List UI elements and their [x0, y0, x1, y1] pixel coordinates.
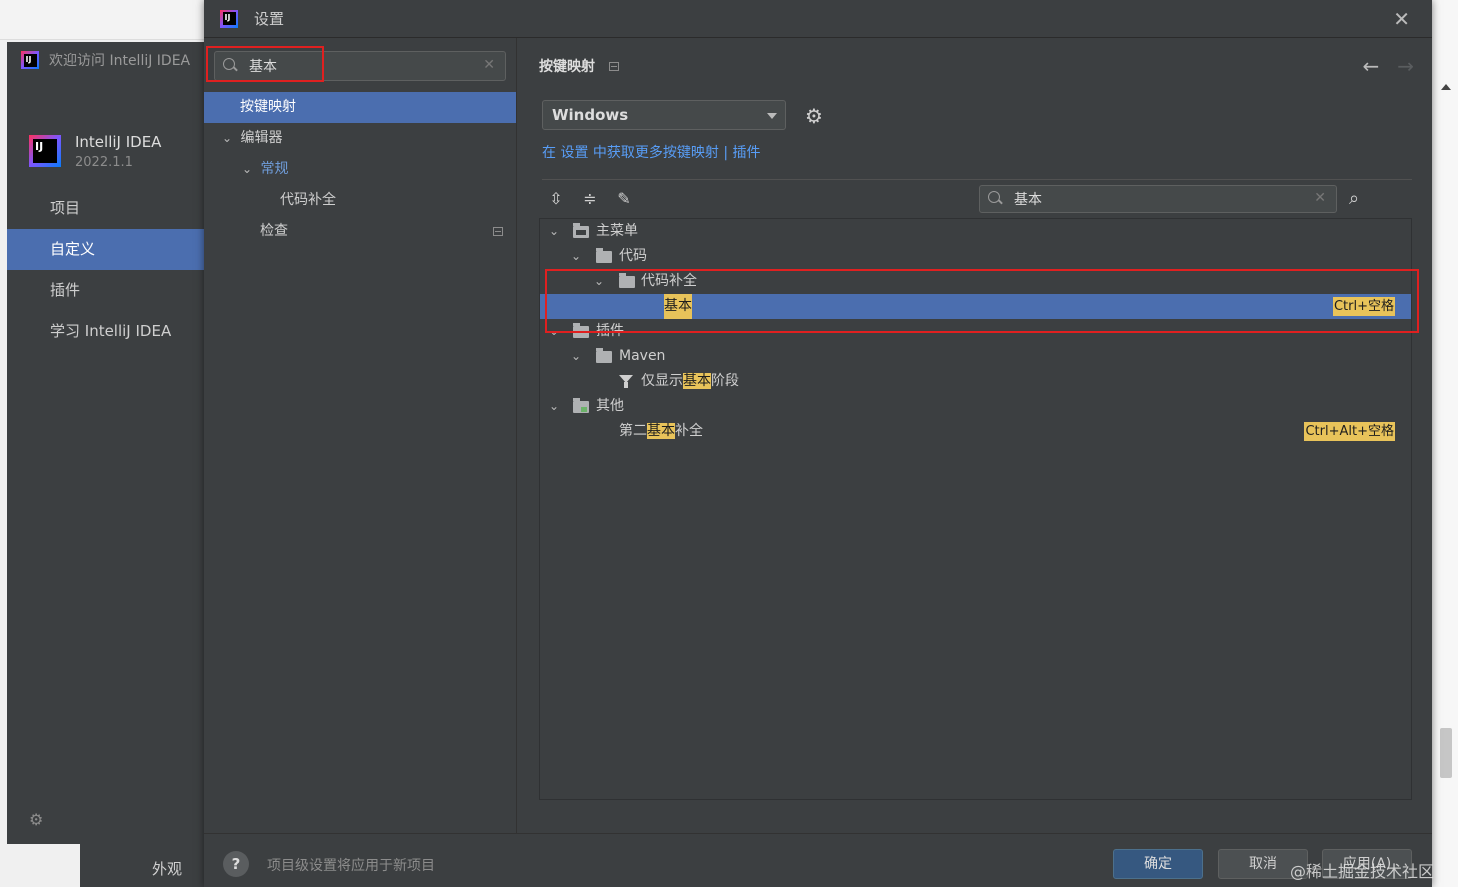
divider [542, 179, 1412, 180]
tree-item-editor[interactable]: ⌄ 编辑器 [204, 123, 516, 154]
page-title-text: 按键映射 [539, 59, 595, 75]
chevron-down-icon [767, 113, 777, 119]
background-browser-scrollbar[interactable] [1432, 0, 1458, 887]
tree-item-inspections[interactable]: 检查 [204, 216, 516, 247]
annotation-box-search [206, 46, 324, 82]
product-brand: IJ IntelliJ IDEA 2022.1.1 [7, 78, 207, 188]
label-part: 第二 [619, 423, 647, 439]
history-navigation: ← → [1362, 54, 1414, 78]
clear-search-icon[interactable]: ✕ [483, 57, 495, 73]
welcome-nav-customize[interactable]: 自定义 [7, 229, 207, 270]
welcome-title: 欢迎访问 IntelliJ IDEA [49, 53, 191, 69]
tree-row-code[interactable]: ⌄ 代码 [540, 244, 1411, 269]
keymap-page: 按键映射 ← → Windows ⚙ 在 设置 中获取更多按键映射 | 插件 ⇳… [516, 38, 1432, 833]
product-name: IntelliJ IDEA [75, 132, 162, 151]
chevron-down-icon[interactable]: ⌄ [571, 244, 585, 269]
tree-item-code-completion[interactable]: 代码补全 [204, 185, 516, 216]
close-icon[interactable]: ✕ [1393, 9, 1410, 29]
tree-item-label: 检查 [260, 223, 288, 239]
expand-all-icon[interactable]: ⇳ [545, 188, 567, 210]
get-more-keymaps-link[interactable]: 在 设置 中获取更多按键映射 | 插件 [542, 142, 761, 162]
tree-row-label: 主菜单 [596, 223, 638, 239]
tree-row-label: 代码 [619, 248, 647, 264]
welcome-nav-projects[interactable]: 项目 [7, 188, 207, 229]
project-scope-icon [609, 61, 619, 71]
search-highlight: 基本 [683, 373, 711, 389]
tree-row-second-basic-completion[interactable]: 第二基本补全 Ctrl+Alt+空格 [540, 419, 1411, 444]
keymap-select[interactable]: Windows [542, 100, 786, 130]
arrow-right-icon[interactable]: → [1397, 54, 1414, 78]
chevron-down-icon[interactable]: ⌄ [549, 394, 563, 419]
chevron-down-icon[interactable]: ⌄ [571, 344, 585, 369]
tree-item-keymap[interactable]: 按键映射 [204, 92, 516, 123]
tree-row-maven-filter[interactable]: 仅显示基本阶段 [540, 369, 1411, 394]
intellij-logo-icon: IJ [29, 135, 61, 167]
arrow-left-icon[interactable]: ← [1362, 54, 1379, 78]
search-highlight: 基本 [647, 423, 675, 439]
ok-button[interactable]: 确定 [1113, 849, 1203, 879]
label-part: 阶段 [711, 373, 739, 389]
tree-row-label: 其他 [596, 398, 624, 414]
watermark: @稀土掘金技术社区 [1290, 862, 1435, 881]
collapse-all-icon[interactable]: ≑ [579, 188, 601, 210]
folder-icon [596, 348, 612, 363]
label-part: 仅显示 [641, 373, 683, 389]
scroll-thumb[interactable] [1440, 728, 1452, 778]
clear-search-icon[interactable]: ✕ [1314, 190, 1326, 206]
filter-icon [619, 375, 633, 388]
tree-row-other[interactable]: ⌄ 其他 [540, 394, 1411, 419]
search-icon [988, 191, 1006, 207]
annotation-box-basic [545, 269, 1419, 333]
tree-row-label: 第二基本补全 [619, 419, 703, 444]
settings-dialog: IJ 设置 ✕ 基本 ✕ 按键映射 ⌄ 编辑器 ⌄ 常规 代码补全 检查 按键映… [204, 0, 1432, 887]
chevron-down-icon[interactable]: ⌄ [222, 123, 236, 154]
project-scope-icon [493, 227, 503, 236]
tree-item-general[interactable]: ⌄ 常规 [204, 154, 516, 185]
tree-row-main-menu[interactable]: ⌄ 主菜单 [540, 219, 1411, 244]
tree-item-label: 按键映射 [240, 99, 296, 115]
other-folder-icon [573, 398, 589, 413]
page-title: 按键映射 [539, 56, 619, 76]
dialog-footer: ? 项目级设置将应用于新项目 确定 取消 应用(A) [204, 833, 1432, 887]
product-version: 2022.1.1 [75, 154, 133, 170]
gear-icon[interactable]: ⚙ [805, 106, 823, 126]
keymap-select-value: Windows [552, 106, 629, 124]
tree-item-label: 代码补全 [280, 192, 336, 208]
settings-sidebar: 基本 ✕ 按键映射 ⌄ 编辑器 ⌄ 常规 代码补全 检查 [204, 38, 516, 833]
tree-row-label: 仅显示基本阶段 [641, 369, 739, 394]
find-by-shortcut-icon[interactable]: ⌕ [1349, 188, 1371, 210]
intellij-logo-icon: IJ [220, 9, 238, 28]
welcome-titlebar: IJ 欢迎访问 IntelliJ IDEA [7, 42, 207, 78]
label-part: 补全 [675, 423, 703, 439]
intellij-logo-icon: IJ [21, 51, 39, 69]
tree-row-label: Maven [619, 348, 666, 364]
chevron-down-icon[interactable]: ⌄ [242, 154, 256, 185]
scroll-up-icon[interactable] [1441, 84, 1451, 90]
chevron-down-icon[interactable]: ⌄ [549, 219, 563, 244]
edit-icon[interactable]: ✎ [613, 188, 635, 210]
folder-icon [596, 248, 612, 263]
tree-item-label: 常规 [260, 161, 289, 177]
actions-filter-input[interactable]: 基本 ✕ [979, 185, 1337, 213]
actions-filter-value: 基本 [1014, 192, 1042, 208]
appearance-label: 外观 [80, 844, 205, 887]
help-icon[interactable]: ? [223, 851, 249, 877]
project-settings-note: 项目级设置将应用于新项目 [267, 858, 435, 874]
welcome-nav-plugins[interactable]: 插件 [7, 270, 207, 311]
shortcut-badge: Ctrl+Alt+空格 [1304, 422, 1395, 441]
keymap-toolbar: ⇳ ≑ ✎ [545, 188, 635, 210]
dialog-title: 设置 [254, 10, 285, 28]
welcome-window: IJ 欢迎访问 IntelliJ IDEA IJ IntelliJ IDEA 2… [7, 42, 207, 844]
welcome-nav-learn[interactable]: 学习 IntelliJ IDEA [7, 311, 207, 352]
tree-item-label: 编辑器 [240, 130, 283, 146]
main-menu-folder-icon [573, 223, 589, 238]
dialog-titlebar: IJ 设置 ✕ [204, 0, 1432, 38]
gear-icon[interactable]: ⚙ [29, 812, 45, 828]
tree-row-maven[interactable]: ⌄ Maven [540, 344, 1411, 369]
